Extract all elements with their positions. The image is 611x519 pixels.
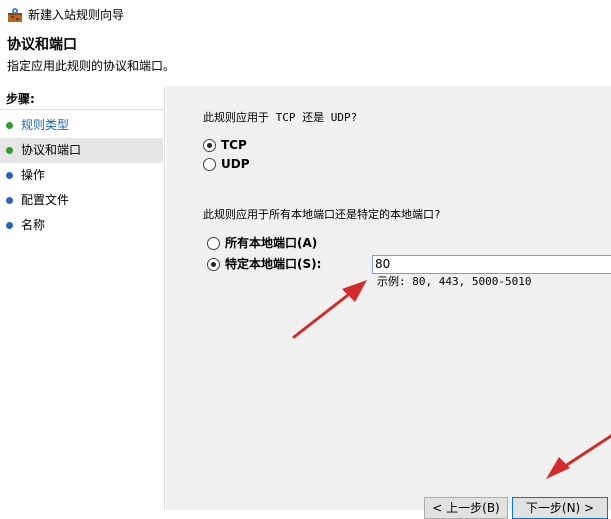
- arrow-to-next-button-icon: [546, 434, 611, 479]
- annotation-arrows: [292, 280, 611, 479]
- arrow-to-port-input-icon: [292, 280, 367, 339]
